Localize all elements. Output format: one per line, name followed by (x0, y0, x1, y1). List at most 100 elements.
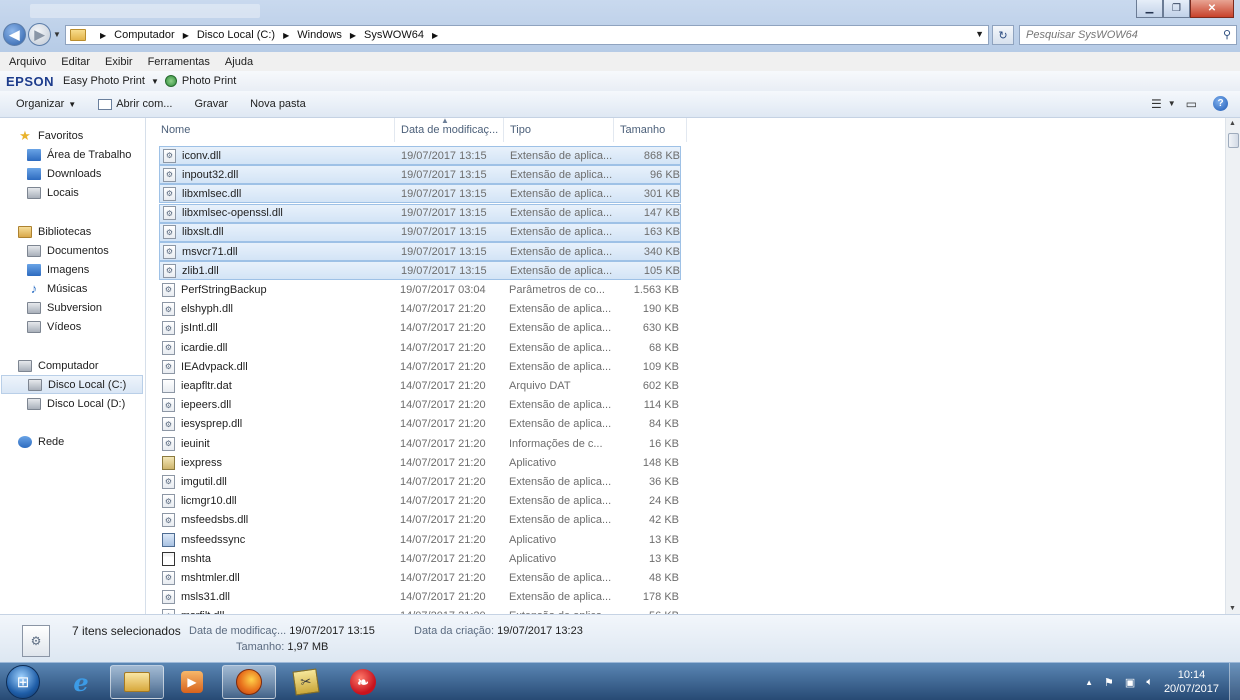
file-row[interactable]: ⚙ libxmlsec-openssl.dll 19/07/2017 13:15 Ex… (159, 203, 681, 223)
start-button[interactable]: ⊞ (6, 665, 40, 699)
easy-photo-print-button[interactable]: Easy Photo Print (63, 75, 145, 87)
column-type[interactable]: Tipo (504, 118, 614, 142)
menu-editar[interactable]: Editar (61, 56, 90, 68)
search-icon[interactable]: ⚲ (1223, 28, 1231, 41)
nav-places[interactable]: Locais (27, 183, 79, 202)
menu-ferramentas[interactable]: Ferramentas (148, 56, 210, 68)
taskbar-internet-explorer[interactable]: e (54, 665, 108, 699)
chevron-right-icon[interactable]: ▶ (432, 31, 438, 40)
file-row[interactable]: mshta 14/07/2017 21:20 Aplicativo 13 KB (159, 549, 681, 568)
nav-computer[interactable]: Computador (18, 356, 99, 375)
photo-print-button[interactable]: Photo Print (182, 75, 236, 87)
nav-disk-c[interactable]: Disco Local (C:) (1, 375, 143, 394)
taskbar-windows-explorer[interactable] (110, 665, 164, 699)
nav-music[interactable]: ♪ Músicas (27, 279, 88, 298)
file-row[interactable]: ⚙ libxslt.dll 19/07/2017 13:15 Extensão de … (159, 222, 681, 242)
nav-downloads[interactable]: Downloads (27, 164, 101, 183)
taskbar-tool-app[interactable]: ✂ (279, 665, 333, 699)
new-folder-button[interactable]: Nova pasta (250, 98, 306, 110)
file-row[interactable]: ieapfltr.dat 14/07/2017 21:20 Arquivo DAT 6… (159, 376, 681, 395)
organize-button[interactable]: Organizar ▼ (16, 98, 76, 110)
search-input[interactable] (1020, 26, 1210, 44)
file-row[interactable]: ⚙ msvcr71.dll 19/07/2017 13:15 Extensão de … (159, 242, 681, 261)
breadcrumb-computer[interactable]: Computador (114, 29, 175, 41)
volume-icon[interactable]: 🔈︎ (1146, 676, 1153, 689)
forward-button[interactable]: ▶ (28, 23, 51, 46)
recent-pages-dropdown[interactable]: ▼ (53, 30, 61, 39)
burn-button[interactable]: Gravar (194, 98, 228, 110)
clock[interactable]: 10:14 20/07/2017 (1164, 668, 1219, 696)
scroll-up-icon[interactable]: ▲ (1229, 120, 1236, 127)
file-row[interactable]: ⚙ mshtmler.dll 14/07/2017 21:20 Extensão de… (159, 568, 681, 587)
file-row[interactable]: ⚙ IEAdvpack.dll 14/07/2017 21:20 Extensão d… (159, 357, 681, 376)
menu-arquivo[interactable]: Arquivo (9, 56, 46, 68)
minimize-button[interactable]: ▁ (1136, 0, 1163, 18)
chevron-down-icon[interactable]: ▼ (151, 77, 159, 86)
file-row[interactable]: ⚙ libxmlsec.dll 19/07/2017 13:15 Extensão d… (159, 184, 681, 204)
help-icon[interactable]: ? (1213, 96, 1228, 111)
address-bar[interactable]: ▶ Computador ▶ Disco Local (C:) ▶ Window… (65, 25, 989, 45)
column-date[interactable]: Data de modificaç... (395, 118, 504, 142)
file-size: 13 KB (649, 552, 679, 565)
nav-favorites[interactable]: ★ Favoritos (18, 126, 83, 145)
file-row[interactable]: ⚙ PerfStringBackup 19/07/2017 03:04 Parâmet… (159, 280, 681, 299)
file-date: 14/07/2017 21:20 (400, 303, 486, 316)
address-dropdown-icon[interactable]: ▼ (975, 29, 984, 39)
file-row[interactable]: ⚙ licmgr10.dll 14/07/2017 21:20 Extensão de… (159, 492, 681, 511)
action-center-flag-icon[interactable]: ⚑ (1104, 676, 1114, 689)
show-desktop-button[interactable] (1229, 663, 1240, 700)
file-row[interactable]: ⚙ inpout32.dll 19/07/2017 13:15 Extensão de… (159, 165, 681, 185)
chevron-right-icon[interactable]: ▶ (350, 31, 356, 40)
column-size[interactable]: Tamanho (614, 118, 687, 142)
file-row[interactable]: ⚙ imgutil.dll 14/07/2017 21:20 Extensão de … (159, 472, 681, 491)
view-options-icon[interactable]: ☰ (1151, 97, 1162, 111)
nav-subversion[interactable]: Subversion (27, 298, 102, 317)
maximize-button[interactable]: ❐ (1163, 0, 1190, 18)
scroll-down-icon[interactable]: ▼ (1229, 605, 1236, 612)
back-button[interactable]: ◀ (3, 23, 26, 46)
nav-desktop[interactable]: Área de Trabalho (27, 145, 131, 164)
file-row[interactable]: ⚙ elshyph.dll 14/07/2017 21:20 Extensão de … (159, 300, 681, 319)
nav-documents[interactable]: Documentos (27, 241, 109, 260)
file-row[interactable]: ⚙ msls31.dll 14/07/2017 21:20 Extensão de a… (159, 588, 681, 607)
file-row[interactable]: ⚙ jsIntl.dll 14/07/2017 21:20 Extensão de a… (159, 319, 681, 338)
nav-disk-d[interactable]: Disco Local (D:) (27, 394, 125, 413)
column-name[interactable]: Nome (147, 118, 395, 142)
preview-pane-icon[interactable]: ▭ (1186, 97, 1197, 111)
chevron-down-icon[interactable]: ▼ (1168, 99, 1176, 108)
search-box[interactable]: ⚲ (1019, 25, 1237, 45)
refresh-button[interactable]: ↻ (992, 25, 1014, 45)
chevron-right-icon[interactable]: ▶ (283, 31, 289, 40)
nav-libraries[interactable]: Bibliotecas (18, 222, 91, 241)
breadcrumb-disk-c[interactable]: Disco Local (C:) (197, 29, 275, 41)
file-row[interactable]: ⚙ iepeers.dll 14/07/2017 21:20 Extensão de … (159, 396, 681, 415)
file-row[interactable]: ⚙ zlib1.dll 19/07/2017 13:15 Extensão de ap… (159, 261, 681, 281)
breadcrumb-syswow64[interactable]: SysWOW64 (364, 29, 424, 41)
file-row[interactable]: ⚙ iconv.dll 19/07/2017 13:15 Extensão de ap… (159, 146, 681, 165)
menu-exibir[interactable]: Exibir (105, 56, 133, 68)
scroll-thumb[interactable] (1228, 133, 1239, 148)
breadcrumb-windows[interactable]: Windows (297, 29, 342, 41)
nav-network[interactable]: Rede (18, 432, 64, 451)
close-button[interactable]: ✕ (1190, 0, 1234, 18)
nav-videos[interactable]: Vídeos (27, 317, 81, 336)
file-row[interactable]: ⚙msrfilt.dll14/07/2017 21:20Extensão de … (159, 607, 681, 614)
open-with-button[interactable]: Abrir com... (98, 98, 172, 110)
vertical-scrollbar[interactable]: ▲ ▼ (1225, 118, 1240, 614)
network-tray-icon[interactable]: ▣ (1125, 676, 1135, 689)
taskbar-firefox[interactable] (222, 665, 276, 699)
taskbar-media-player[interactable]: ▶ (165, 665, 219, 699)
file-row[interactable]: ⚙ ieuinit 14/07/2017 21:20 Informações de c… (159, 434, 681, 453)
file-row[interactable]: msfeedssync 14/07/2017 21:20 Aplicativo 13 … (159, 530, 681, 549)
file-row[interactable]: ⚙ icardie.dll 14/07/2017 21:20 Extensão de … (159, 338, 681, 357)
menu-ajuda[interactable]: Ajuda (225, 56, 253, 68)
file-row[interactable]: ⚙ msfeedsbs.dll 14/07/2017 21:20 Extensão d… (159, 511, 681, 530)
firefox-icon (236, 669, 262, 695)
file-row[interactable]: iexpress 14/07/2017 21:20 Aplicativo 148 KB (159, 453, 681, 472)
nav-images[interactable]: Imagens (27, 260, 89, 279)
window-controls: ▁ ❐ ✕ (1136, 0, 1234, 18)
file-row[interactable]: ⚙ iesysprep.dll 14/07/2017 21:20 Extensão d… (159, 415, 681, 434)
show-hidden-icons-icon[interactable]: ▲ (1085, 678, 1093, 687)
chevron-right-icon[interactable]: ▶ (183, 31, 189, 40)
taskbar-red-app[interactable]: ❧ (336, 665, 390, 699)
